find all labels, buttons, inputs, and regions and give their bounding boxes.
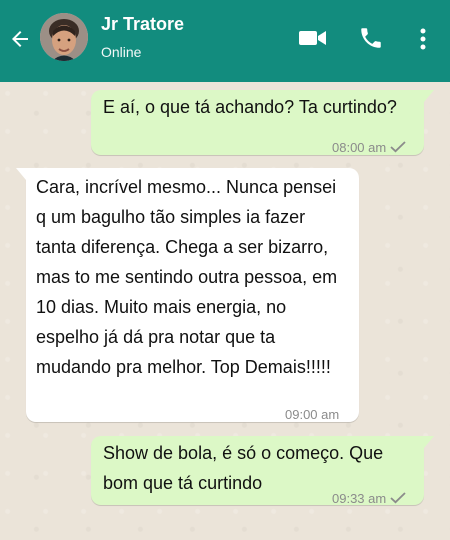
bubble-tail-incoming: [16, 168, 26, 180]
message-time: 09:00 am: [285, 407, 340, 422]
contact-status: Online: [101, 44, 142, 60]
bubble-tail-outgoing: [424, 436, 434, 448]
back-arrow-icon[interactable]: [8, 27, 32, 51]
check-icon: [390, 141, 406, 153]
check-icon: [390, 492, 406, 504]
message-bubble-outgoing: Show de bola, é só o começo. Que bom que…: [91, 436, 424, 506]
chat-header: Jr Tratore Online: [0, 0, 450, 82]
avatar[interactable]: [40, 13, 88, 61]
message-time: 09:33 am: [332, 484, 406, 514]
message-bubble-incoming: Cara, incrível mesmo... Nunca pensei q u…: [26, 168, 359, 422]
phone-icon[interactable]: [358, 25, 384, 51]
message-text: E aí, o que tá achando? Ta curtindo?: [103, 97, 397, 117]
menu-icon[interactable]: [416, 26, 430, 52]
contact-name[interactable]: Jr Tratore: [101, 14, 184, 35]
message-time: 08:00 am: [332, 133, 406, 163]
bubble-tail-outgoing: [424, 90, 434, 102]
message-bubble-outgoing: E aí, o que tá achando? Ta curtindo? 08:…: [91, 90, 424, 155]
message-text: Cara, incrível mesmo... Nunca pensei q u…: [36, 177, 338, 377]
video-call-icon[interactable]: [298, 27, 328, 49]
